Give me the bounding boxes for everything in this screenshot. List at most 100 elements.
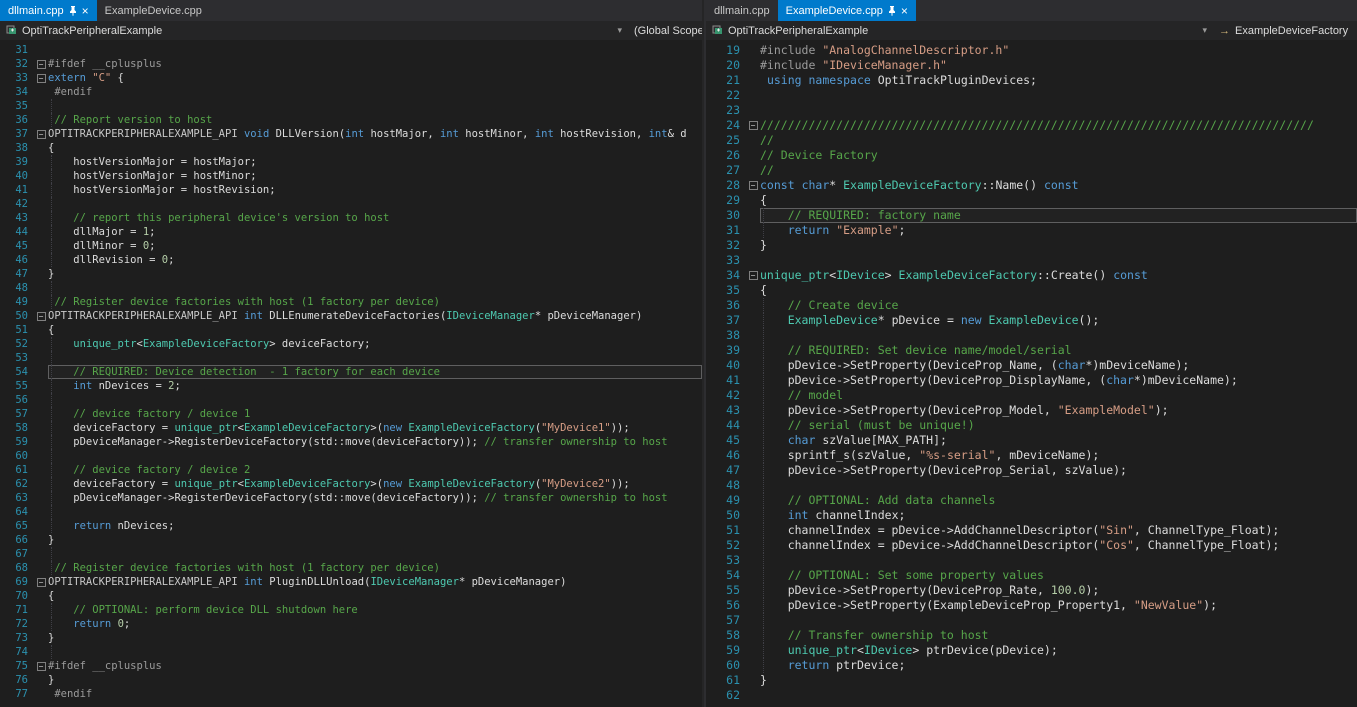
code-text[interactable]: OPTITRACKPERIPHERALEXAMPLE_API void DLLV…	[48, 127, 702, 141]
code-text[interactable]: #include "IDeviceManager.h"	[760, 58, 1357, 73]
line-number[interactable]: 51	[706, 523, 746, 538]
code-line[interactable]: 37 ExampleDevice* pDevice = new ExampleD…	[706, 313, 1357, 328]
code-line[interactable]: 20 #include "IDeviceManager.h"	[706, 58, 1357, 73]
line-number[interactable]: 26	[706, 148, 746, 163]
code-line[interactable]: 34 #endif	[0, 85, 702, 99]
code-line[interactable]: 69−OPTITRACKPERIPHERALEXAMPLE_API int Pl…	[0, 575, 702, 589]
line-number[interactable]: 27	[706, 163, 746, 178]
code-text[interactable]: // OPTIONAL: Add data channels	[760, 493, 1357, 508]
code-line[interactable]: 62 deviceFactory = unique_ptr<ExampleDev…	[0, 477, 702, 491]
code-line[interactable]: 56 pDevice->SetProperty(ExampleDevicePro…	[706, 598, 1357, 613]
code-line[interactable]: 71 // OPTIONAL: perform device DLL shutd…	[0, 603, 702, 617]
code-text[interactable]: pDevice->SetProperty(DeviceProp_DisplayN…	[760, 373, 1357, 388]
line-number[interactable]: 50	[0, 309, 34, 323]
line-number[interactable]: 53	[706, 553, 746, 568]
code-line[interactable]: 43 pDevice->SetProperty(DeviceProp_Model…	[706, 403, 1357, 418]
code-line[interactable]: 22	[706, 88, 1357, 103]
code-line[interactable]: 38	[706, 328, 1357, 343]
line-number[interactable]: 38	[0, 141, 34, 155]
code-text[interactable]	[760, 88, 1357, 103]
pin-icon[interactable]	[69, 6, 77, 16]
line-number[interactable]: 19	[706, 43, 746, 58]
line-number[interactable]: 36	[706, 298, 746, 313]
code-line[interactable]: 48	[706, 478, 1357, 493]
line-number[interactable]: 23	[706, 103, 746, 118]
code-text[interactable]: // device factory / device 2	[48, 463, 702, 477]
code-text[interactable]: deviceFactory = unique_ptr<ExampleDevice…	[48, 421, 702, 435]
code-line[interactable]: 57 // device factory / device 1	[0, 407, 702, 421]
code-text[interactable]: unique_ptr<ExampleDeviceFactory> deviceF…	[48, 337, 702, 351]
code-line[interactable]: 60 return ptrDevice;	[706, 658, 1357, 673]
line-number[interactable]: 75	[0, 659, 34, 673]
code-line[interactable]: 33	[706, 253, 1357, 268]
collapse-region-icon[interactable]: −	[37, 74, 46, 83]
tab-dllmain-cpp[interactable]: dllmain.cpp ×	[0, 0, 97, 21]
line-number[interactable]: 42	[0, 197, 34, 211]
code-text[interactable]: {	[48, 589, 702, 603]
code-line[interactable]: 21 using namespace OptiTrackPluginDevice…	[706, 73, 1357, 88]
code-line[interactable]: 31 return "Example";	[706, 223, 1357, 238]
line-number[interactable]: 37	[706, 313, 746, 328]
code-text[interactable]: pDevice->SetProperty(DeviceProp_Name, (c…	[760, 358, 1357, 373]
code-line[interactable]: 77 #endif	[0, 687, 702, 701]
code-line[interactable]: 36 // Report version to host	[0, 113, 702, 127]
code-line[interactable]: 41 pDevice->SetProperty(DeviceProp_Displ…	[706, 373, 1357, 388]
line-number[interactable]: 35	[0, 99, 34, 113]
code-line[interactable]: 40 hostVersionMajor = hostMinor;	[0, 169, 702, 183]
code-text[interactable]: deviceFactory = unique_ptr<ExampleDevice…	[48, 477, 702, 491]
tab-exampledevice-cpp[interactable]: ExampleDevice.cpp	[97, 0, 210, 21]
line-number[interactable]: 20	[706, 58, 746, 73]
line-number[interactable]: 61	[0, 463, 34, 477]
code-text[interactable]: hostVersionMajor = hostRevision;	[48, 183, 702, 197]
code-text[interactable]: {	[48, 323, 702, 337]
code-text[interactable]: pDevice->SetProperty(DeviceProp_Rate, 10…	[760, 583, 1357, 598]
code-line[interactable]: 62	[706, 688, 1357, 703]
code-line[interactable]: 73}	[0, 631, 702, 645]
code-line[interactable]: 34−unique_ptr<IDevice> ExampleDeviceFact…	[706, 268, 1357, 283]
code-line[interactable]: 61}	[706, 673, 1357, 688]
code-line[interactable]: 58 deviceFactory = unique_ptr<ExampleDev…	[0, 421, 702, 435]
code-text[interactable]: int channelIndex;	[760, 508, 1357, 523]
line-number[interactable]: 72	[0, 617, 34, 631]
line-number[interactable]: 62	[0, 477, 34, 491]
line-number[interactable]: 59	[0, 435, 34, 449]
line-number[interactable]: 22	[706, 88, 746, 103]
scope-dropdown[interactable]: → ExampleDeviceFactory	[1213, 21, 1357, 40]
line-number[interactable]: 54	[0, 365, 34, 379]
project-dropdown[interactable]: OptiTrackPeripheralExample ▾	[0, 21, 628, 40]
code-line[interactable]: 28−const char* ExampleDeviceFactory::Nam…	[706, 178, 1357, 193]
code-line[interactable]: 75−#ifdef __cplusplus	[0, 659, 702, 673]
line-number[interactable]: 38	[706, 328, 746, 343]
collapse-region-icon[interactable]: −	[37, 578, 46, 587]
code-line[interactable]: 39 hostVersionMajor = hostMajor;	[0, 155, 702, 169]
scope-dropdown[interactable]: (Global Scope)	[628, 21, 702, 40]
line-number[interactable]: 70	[0, 589, 34, 603]
code-line[interactable]: 45 dllMinor = 0;	[0, 239, 702, 253]
code-text[interactable]: {	[48, 141, 702, 155]
line-number[interactable]: 29	[706, 193, 746, 208]
code-line[interactable]: 58 // Transfer ownership to host	[706, 628, 1357, 643]
code-text[interactable]: dllMajor = 1;	[48, 225, 702, 239]
code-text[interactable]: return nDevices;	[48, 519, 702, 533]
code-line[interactable]: 72 return 0;	[0, 617, 702, 631]
line-number[interactable]: 32	[0, 57, 34, 71]
code-text[interactable]: channelIndex = pDevice->AddChannelDescri…	[760, 523, 1357, 538]
line-number[interactable]: 51	[0, 323, 34, 337]
line-number[interactable]: 59	[706, 643, 746, 658]
line-number[interactable]: 43	[706, 403, 746, 418]
line-number[interactable]: 21	[706, 73, 746, 88]
line-number[interactable]: 41	[0, 183, 34, 197]
code-line[interactable]: 32}	[706, 238, 1357, 253]
code-text[interactable]: dllRevision = 0;	[48, 253, 702, 267]
line-number[interactable]: 48	[0, 281, 34, 295]
line-number[interactable]: 60	[706, 658, 746, 673]
code-editor[interactable]: 19#include "AnalogChannelDescriptor.h"20…	[706, 40, 1357, 707]
code-text[interactable]: OPTITRACKPERIPHERALEXAMPLE_API int Plugi…	[48, 575, 702, 589]
code-text[interactable]: // REQUIRED: Device detection - 1 factor…	[48, 365, 702, 379]
code-line[interactable]: 54 // OPTIONAL: Set some property values	[706, 568, 1357, 583]
line-number[interactable]: 77	[0, 687, 34, 701]
line-number[interactable]: 65	[0, 519, 34, 533]
line-number[interactable]: 49	[0, 295, 34, 309]
code-text[interactable]: // Transfer ownership to host	[760, 628, 1357, 643]
code-text[interactable]: const char* ExampleDeviceFactory::Name()…	[760, 178, 1357, 193]
